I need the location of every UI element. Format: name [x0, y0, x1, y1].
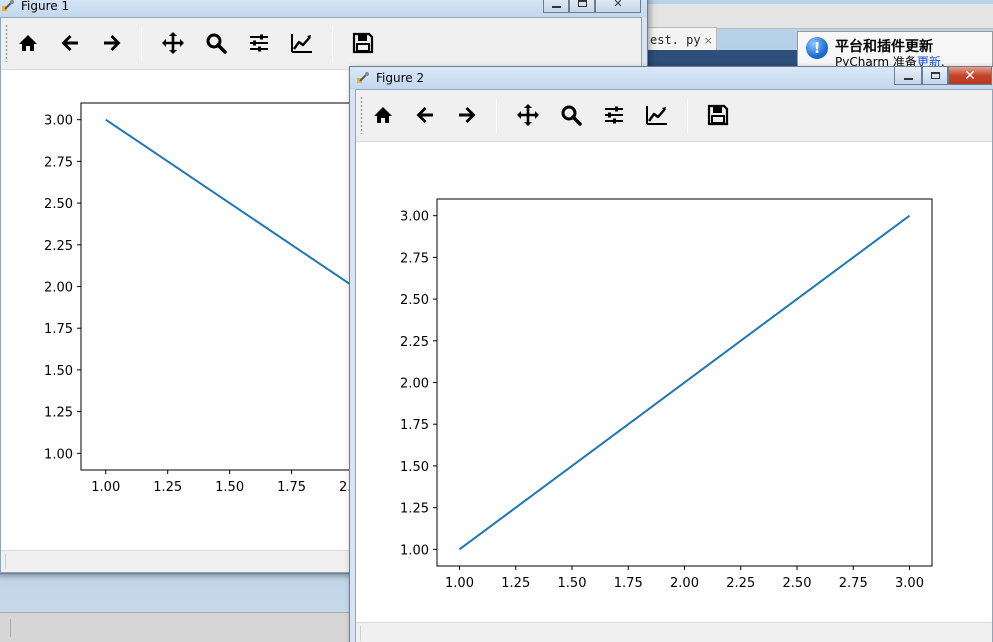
y-tick-label: 2.25 [44, 239, 73, 254]
update-notification[interactable]: ! 平台和插件更新 PyCharm 准备更新. [797, 31, 993, 67]
y-tick-label: 1.25 [400, 502, 429, 517]
x-tick-label: 1.50 [558, 576, 587, 591]
x-tick-label: 2.00 [670, 576, 699, 591]
ide-tab-label: est. py [650, 33, 701, 47]
x-tick-label: 1.25 [153, 480, 182, 495]
x-tick-label: 1.75 [277, 480, 306, 495]
maximize-button[interactable] [569, 0, 595, 13]
figure-1-title: Figure 1 [21, 0, 70, 13]
statusbar-grip [360, 626, 361, 641]
minimize-icon [903, 78, 913, 80]
minimize-button[interactable] [543, 0, 569, 13]
figure-2-window[interactable]: Figure 2 ✕ 1.00 1.25 1.50 1.75 2.00 2.25 2.50 2… [349, 66, 993, 642]
y-tick-label: 1.00 [44, 447, 73, 462]
info-icon: ! [806, 37, 828, 59]
x-tick-label: 1.00 [445, 576, 474, 591]
notification-body: PyCharm 准备更新. [835, 53, 945, 66]
ide-editor-tab[interactable]: est. py × [645, 27, 717, 51]
close-icon: ✕ [613, 0, 623, 10]
ide-editor-background [640, 50, 800, 66]
minimize-button[interactable] [894, 67, 922, 85]
y-tick-label: 1.75 [44, 322, 73, 337]
figure-2-axes[interactable]: 1.00 1.25 1.50 1.75 2.00 2.25 2.50 2.75 3.00 1.00… [356, 90, 993, 610]
x-tick-label: 1.50 [215, 480, 244, 495]
x-tick-label: 2.75 [839, 576, 868, 591]
y-tick-label: 3.00 [44, 114, 73, 129]
y-tick-label: 1.25 [44, 406, 73, 421]
figure-2-title: Figure 2 [376, 71, 425, 85]
ide-bottom-grip [10, 619, 12, 637]
y-tick-label: 3.00 [400, 210, 429, 225]
y-tick-label: 1.75 [400, 418, 429, 433]
ide-tab-strip [640, 4, 993, 29]
matplotlib-app-icon [357, 72, 369, 83]
y-tick-label: 2.75 [400, 251, 429, 266]
x-tick-label: 1.25 [501, 576, 530, 591]
y-tick-label: 1.50 [400, 460, 429, 475]
close-button[interactable]: ✕ [948, 67, 992, 85]
x-tick-label: 1.75 [614, 576, 643, 591]
y-tick-label: 2.00 [400, 377, 429, 392]
x-tick-label: 2.50 [783, 576, 812, 591]
ide-bottom-panel [0, 612, 360, 642]
y-tick-label: 2.50 [44, 197, 73, 212]
y-tick-label: 2.75 [44, 155, 73, 170]
y-tick-label: 2.25 [400, 335, 429, 350]
statusbar-grip [5, 554, 6, 569]
minimize-icon [551, 6, 561, 8]
maximize-icon [930, 72, 940, 79]
close-icon: ✕ [964, 67, 976, 84]
y-tick-label: 2.50 [400, 293, 429, 308]
figure-2-client: 1.00 1.25 1.50 1.75 2.00 2.25 2.50 2.75 3.00 1.00… [355, 89, 993, 642]
x-tick-label: 3.00 [895, 576, 924, 591]
close-button[interactable]: ✕ [595, 0, 641, 13]
tab-close-icon[interactable]: × [704, 34, 713, 47]
maximize-icon [577, 0, 587, 7]
y-tick-label: 1.00 [400, 543, 429, 558]
y-tick-label: 1.50 [44, 364, 73, 379]
figure-2-statusbar [356, 622, 992, 642]
y-tick-label: 2.00 [44, 281, 73, 296]
matplotlib-app-icon [2, 0, 14, 11]
figure-1-titlebar[interactable]: Figure 1 ✕ [0, 0, 647, 17]
x-tick-label: 1.00 [91, 480, 120, 495]
maximize-button[interactable] [922, 67, 948, 85]
figure-2-titlebar[interactable]: Figure 2 ✕ [350, 67, 993, 89]
x-tick-label: 2.25 [726, 576, 755, 591]
